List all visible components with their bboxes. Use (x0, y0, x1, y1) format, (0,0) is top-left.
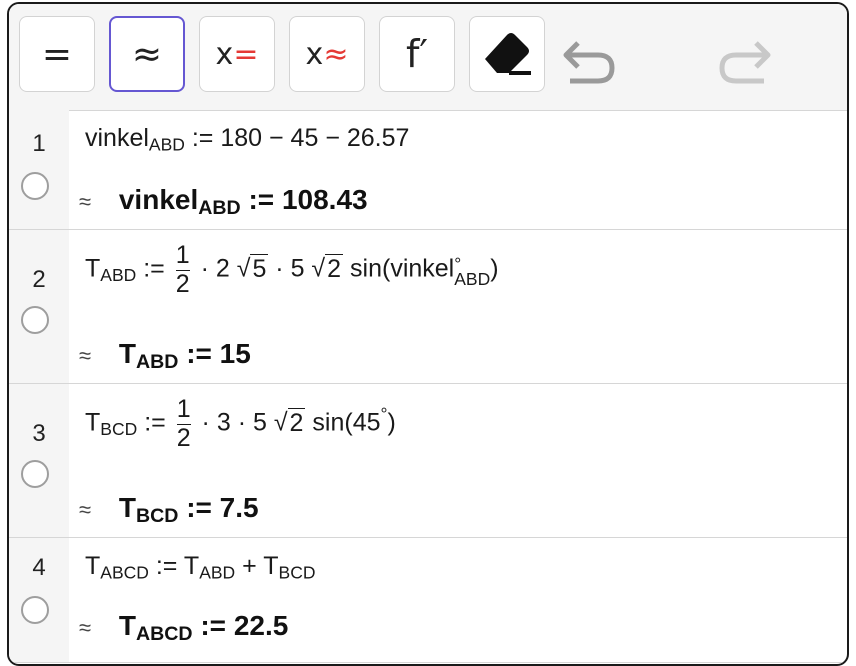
row-gutter (9, 110, 69, 229)
visibility-toggle[interactable] (21, 172, 49, 200)
cas-output: ≈ vinkelABD := 108.43 (79, 184, 368, 219)
cas-row-2[interactable]: 2 TABD := 12 · 2 √5 · 5 √2 sin(vinkel ° AB… (9, 230, 847, 384)
cas-input[interactable]: vinkelABD := 180 − 45 − 26.57 (85, 124, 409, 155)
derivative-icon: f′ (405, 32, 428, 76)
row-number: 4 (32, 554, 46, 581)
approx-symbol: ≈ (79, 189, 92, 214)
cas-input[interactable]: TABD := 12 · 2 √5 · 5 √2 sin(vinkel ° ABD) (85, 241, 499, 298)
numeric-button[interactable]: ≈ (109, 16, 185, 92)
undo-button[interactable] (555, 32, 625, 92)
visibility-toggle[interactable] (21, 306, 49, 334)
solve-button[interactable]: x= (199, 16, 275, 92)
cas-toolbar: = ≈ x= x≈ f′ (9, 4, 847, 111)
cas-output: ≈ TBCD := 7.5 (79, 492, 259, 527)
cas-output: ≈ TABD := 15 (79, 338, 251, 373)
cas-input[interactable]: TABCD := TABD + TBCD (85, 552, 315, 583)
cas-output: ≈ TABCD := 22.5 (79, 610, 289, 645)
row-number: 1 (32, 130, 46, 157)
nsolve-icon: x≈ (305, 36, 349, 72)
cas-view: = ≈ x= x≈ f′ 1 vinkelABD:= 180 − 45 − 2… (7, 2, 849, 666)
undo-icon (563, 41, 615, 84)
derivative-button[interactable]: f′ (379, 16, 455, 92)
approx-symbol: ≈ (79, 343, 92, 368)
approx-symbol: ≈ (79, 497, 92, 522)
fraction: 12 (176, 395, 191, 452)
solve-icon: x= (215, 36, 259, 72)
eraser-icon (485, 33, 531, 75)
cas-input[interactable]: TBCD := 12 · 3 · 5 √2 sin(45°) (85, 395, 396, 452)
row-number: 2 (32, 266, 46, 293)
visibility-toggle[interactable] (21, 596, 49, 624)
equals-icon: = (41, 33, 73, 75)
cas-row-3[interactable]: 3 TBCD := 12 · 3 · 5 √2 sin(45°) ≈ TBCD … (9, 384, 847, 538)
solve-numerically-button[interactable]: x≈ (289, 16, 365, 92)
cas-row-4[interactable]: 4 TABCD := TABD + TBCD ≈ TABCD := 22.5 (9, 538, 847, 663)
approx-icon: ≈ (131, 33, 163, 75)
row-number: 3 (32, 420, 46, 447)
redo-button[interactable] (709, 32, 779, 92)
approx-symbol: ≈ (79, 615, 92, 640)
visibility-toggle[interactable] (21, 460, 49, 488)
delete-button[interactable] (469, 16, 545, 92)
evaluate-button[interactable]: = (19, 16, 95, 92)
redo-icon (719, 41, 771, 84)
cas-row-1[interactable]: 1 vinkelABD := 180 − 45 − 26.57 ≈ vinkel… (9, 110, 847, 230)
fraction: 12 (175, 241, 190, 298)
